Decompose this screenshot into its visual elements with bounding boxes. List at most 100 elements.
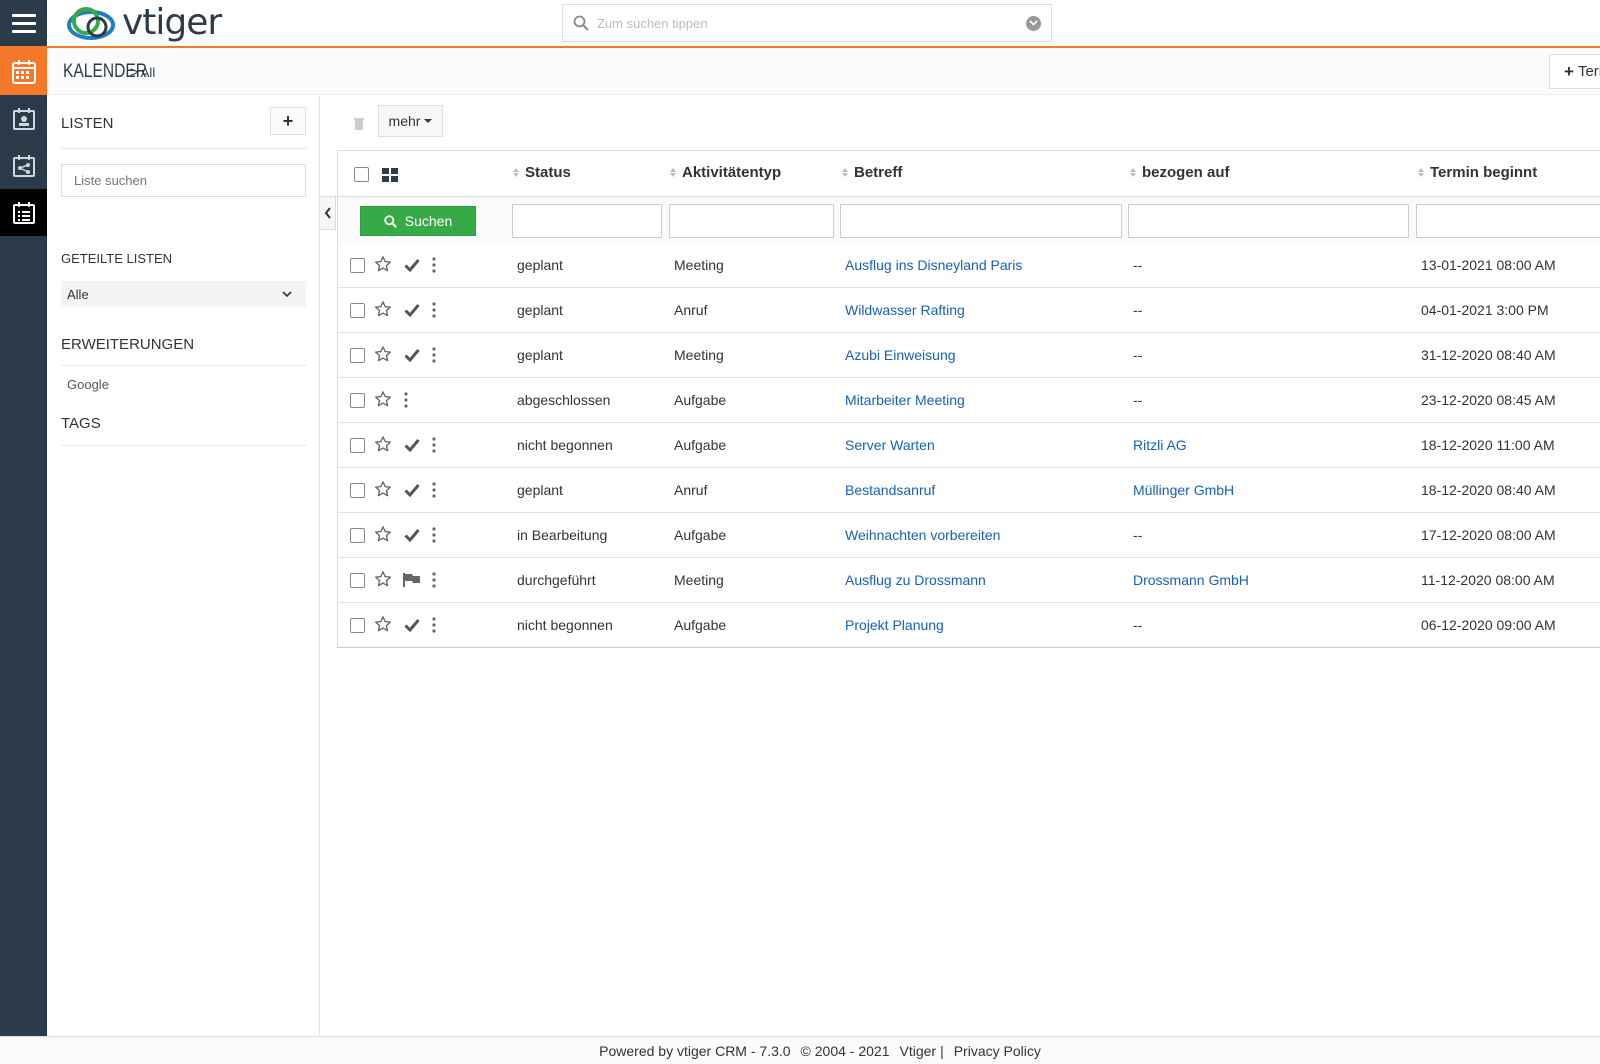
sort-icon — [1130, 168, 1136, 177]
table-row[interactable]: geplant Meeting Azubi Einweisung -- 31-12-20… — [337, 333, 1600, 378]
cell-subject-link[interactable]: Azubi Einweisung — [845, 347, 956, 363]
module-title[interactable]: KALENDER — [63, 61, 147, 83]
star-icon[interactable] — [374, 345, 392, 366]
check-icon[interactable] — [404, 348, 420, 365]
table-row[interactable]: in Bearbeitung Aufgabe Weihnachten vorbere… — [337, 513, 1600, 558]
filter-related-input[interactable] — [1128, 204, 1409, 238]
more-actions-icon[interactable] — [432, 572, 436, 591]
check-icon[interactable] — [404, 438, 420, 455]
star-icon[interactable] — [374, 615, 392, 636]
row-checkbox[interactable] — [350, 618, 365, 633]
row-checkbox[interactable] — [350, 528, 365, 543]
collapse-sidebar-button[interactable] — [320, 196, 336, 230]
cell-subject-link[interactable]: Ausflug zu Drossmann — [845, 572, 986, 588]
cell-subject-link[interactable]: Server Warten — [845, 437, 935, 453]
more-actions-icon[interactable] — [432, 617, 436, 636]
cell-related[interactable]: Ritzli AG — [1133, 437, 1187, 453]
search-button[interactable]: Suchen — [360, 206, 476, 236]
row-checkbox[interactable] — [350, 303, 365, 318]
row-checkbox[interactable] — [350, 393, 365, 408]
shared-lists-select[interactable]: Alle — [61, 281, 306, 307]
table-row[interactable]: abgeschlossen Aufgabe Mitarbeiter Meeting -… — [337, 378, 1600, 423]
table-row[interactable]: geplant Meeting Ausflug ins Disneyland Par… — [337, 243, 1600, 288]
row-checkbox[interactable] — [350, 573, 365, 588]
star-icon[interactable] — [374, 525, 392, 546]
filter-type-input[interactable] — [669, 204, 834, 238]
cell-subject-link[interactable]: Bestandsanruf — [845, 482, 935, 498]
rail-my-calendar[interactable] — [0, 95, 47, 142]
row-checkbox[interactable] — [350, 438, 365, 453]
filter-start-input[interactable] — [1416, 204, 1600, 238]
add-list-button[interactable]: + — [270, 107, 306, 135]
extension-google[interactable]: Google — [67, 377, 312, 392]
cell-subject-link[interactable]: Projekt Planung — [845, 617, 944, 633]
column-header-status[interactable]: Status — [513, 164, 571, 181]
footer: Powered by vtiger CRM - 7.3.0 © 2004 - 2… — [0, 1036, 1600, 1064]
more-actions-icon[interactable] — [432, 302, 436, 321]
row-checkbox[interactable] — [350, 258, 365, 273]
cell-subject-link[interactable]: Wildwasser Rafting — [845, 302, 965, 318]
caret-down-icon — [424, 119, 433, 123]
breadcrumb: KALENDER > All — [63, 61, 155, 83]
more-label: mehr — [388, 113, 421, 129]
menu-icon[interactable] — [0, 0, 47, 46]
vtiger-link[interactable]: Vtiger — [899, 1043, 936, 1059]
privacy-policy-link[interactable]: Privacy Policy — [954, 1043, 1041, 1059]
global-search-input[interactable] — [597, 15, 1026, 31]
star-icon[interactable] — [374, 390, 392, 411]
rail-list-view[interactable] — [0, 189, 47, 236]
more-dropdown-button[interactable]: mehr — [378, 105, 443, 137]
divider — [61, 148, 306, 149]
search-options-icon[interactable] — [1026, 15, 1041, 31]
cell-type: Aufgabe — [674, 617, 727, 633]
star-icon[interactable] — [374, 435, 392, 456]
global-search[interactable] — [562, 4, 1052, 42]
cell-subject-link[interactable]: Ausflug ins Disneyland Paris — [845, 257, 1022, 273]
table-body: geplant Meeting Ausflug ins Disneyland Par… — [337, 243, 1600, 648]
search-icon — [573, 15, 589, 31]
more-actions-icon[interactable] — [432, 347, 436, 366]
cell-subject-link[interactable]: Weihnachten vorbereiten — [845, 527, 1000, 543]
more-actions-icon[interactable] — [432, 527, 436, 546]
delete-icon[interactable] — [353, 117, 365, 133]
cell-subject-link[interactable]: Mitarbeiter Meeting — [845, 392, 965, 408]
column-header-type[interactable]: Aktivitätentyp — [670, 164, 781, 181]
table-row[interactable]: geplant Anruf Wildwasser Rafting -- 04-01-20… — [337, 288, 1600, 333]
cell-related[interactable]: Müllinger GmbH — [1133, 482, 1234, 498]
flag-icon[interactable] — [403, 573, 421, 590]
more-actions-icon[interactable] — [432, 257, 436, 276]
select-all-checkbox[interactable] — [354, 167, 369, 182]
filter-status-input[interactable] — [512, 204, 662, 238]
more-actions-icon[interactable] — [432, 482, 436, 501]
table-row[interactable]: nicht begonnen Aufgabe Projekt Planung -- 06… — [337, 603, 1600, 648]
add-event-button[interactable]: + Termin hi — [1549, 54, 1600, 89]
more-actions-icon[interactable] — [432, 437, 436, 456]
column-header-start[interactable]: Termin beginnt — [1418, 164, 1537, 181]
check-icon[interactable] — [404, 303, 420, 320]
column-header-related[interactable]: bezogen auf — [1130, 164, 1230, 181]
cell-start: 18-12-2020 11:00 AM — [1421, 437, 1555, 453]
check-icon[interactable] — [404, 258, 420, 275]
vtiger-logo[interactable]: vtiger — [64, 2, 222, 44]
star-icon[interactable] — [374, 570, 392, 591]
row-checkbox[interactable] — [350, 483, 365, 498]
rail-shared-calendar[interactable] — [0, 142, 47, 189]
table-row[interactable]: geplant Anruf Bestandsanruf Müllinger GmbH 1… — [337, 468, 1600, 513]
table-row[interactable]: nicht begonnen Aufgabe Server Warten Ritzli… — [337, 423, 1600, 468]
row-checkbox[interactable] — [350, 348, 365, 363]
grid-settings-icon[interactable] — [382, 168, 398, 182]
list-search-input[interactable] — [61, 164, 306, 197]
more-actions-icon[interactable] — [404, 392, 408, 411]
check-icon[interactable] — [404, 618, 420, 635]
column-header-subject[interactable]: Betreff — [842, 164, 902, 181]
star-icon[interactable] — [374, 480, 392, 501]
table-row[interactable]: durchgeführt Meeting Ausflug zu Drossmann D… — [337, 558, 1600, 603]
check-icon[interactable] — [404, 483, 420, 500]
rail-calendar[interactable] — [0, 48, 47, 95]
star-icon[interactable] — [374, 255, 392, 276]
check-icon[interactable] — [404, 528, 420, 545]
star-icon[interactable] — [374, 300, 392, 321]
filter-subject-input[interactable] — [840, 204, 1122, 238]
shared-lists-title: GETEILTE LISTEN — [61, 251, 173, 266]
cell-related[interactable]: Drossmann GmbH — [1133, 572, 1249, 588]
